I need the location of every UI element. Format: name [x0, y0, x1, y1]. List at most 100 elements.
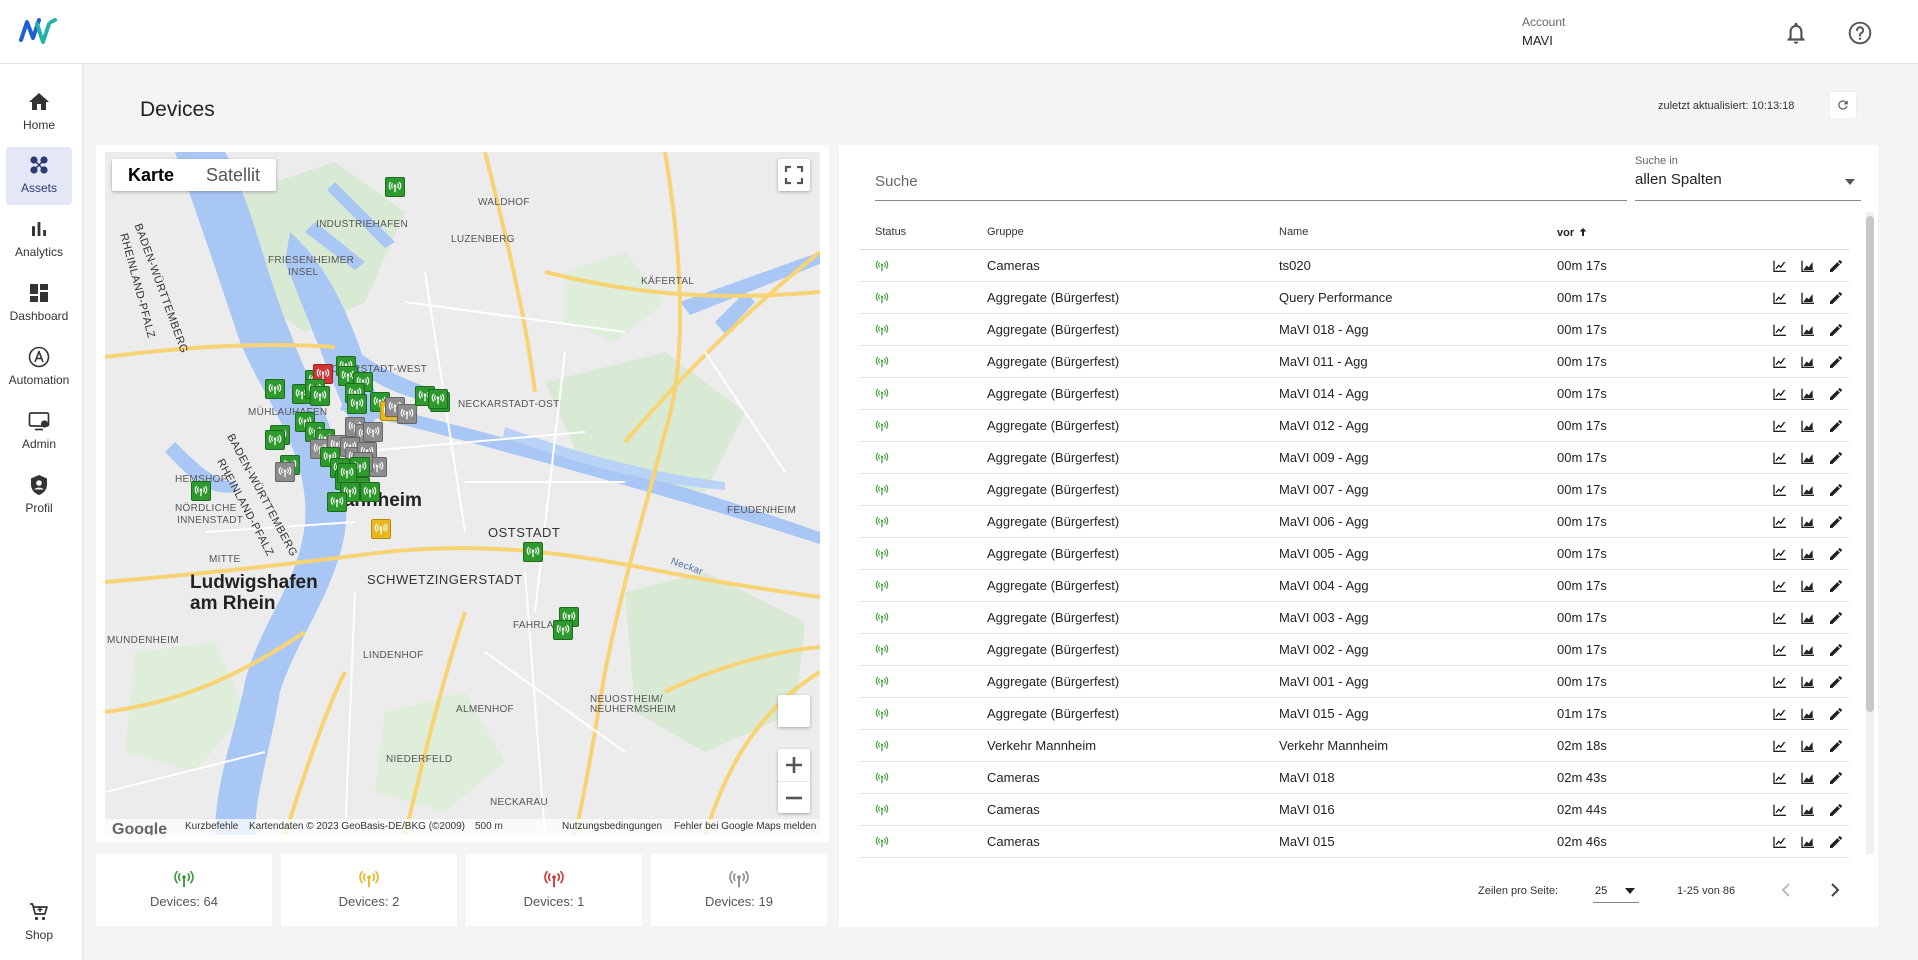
area-chart-icon[interactable]: [1800, 322, 1816, 338]
table-row[interactable]: Cameras ts020 00m 17s: [859, 250, 1849, 282]
edit-icon[interactable]: [1828, 546, 1844, 562]
area-chart-icon[interactable]: [1800, 514, 1816, 530]
area-chart-icon[interactable]: [1800, 354, 1816, 370]
area-chart-icon[interactable]: [1800, 386, 1816, 402]
line-chart-icon[interactable]: [1772, 610, 1788, 626]
edit-icon[interactable]: [1828, 290, 1844, 306]
table-row[interactable]: Aggregate (Bürgerfest) MaVI 018 - Agg 00m …: [859, 314, 1849, 346]
status-tile-online[interactable]: Devices: 64: [96, 854, 272, 926]
table-row[interactable]: Verkehr Mannheim Verkehr Mannheim 02m 18s: [859, 730, 1849, 762]
help-icon[interactable]: [1847, 20, 1873, 46]
edit-icon[interactable]: [1828, 450, 1844, 466]
device-marker[interactable]: [397, 404, 417, 424]
sidebar-item-analytics[interactable]: Analytics: [6, 211, 72, 269]
line-chart-icon[interactable]: [1772, 290, 1788, 306]
line-chart-icon[interactable]: [1772, 514, 1788, 530]
table-row[interactable]: Aggregate (Bürgerfest) MaVI 003 - Agg 00m …: [859, 602, 1849, 634]
area-chart-icon[interactable]: [1800, 482, 1816, 498]
table-row[interactable]: Aggregate (Bürgerfest) MaVI 015 - Agg 01m …: [859, 698, 1849, 730]
sidebar-item-home[interactable]: Home: [6, 84, 72, 142]
table-row[interactable]: Cameras MaVI 018 02m 43s: [859, 762, 1849, 794]
sidebar-item-admin[interactable]: Admin: [6, 403, 72, 461]
map-type-satellit[interactable]: Satellit: [190, 159, 276, 191]
sidebar-item-dashboard[interactable]: Dashboard: [6, 275, 72, 333]
sidebar-item-shop[interactable]: Shop: [6, 894, 72, 952]
edit-icon[interactable]: [1828, 738, 1844, 754]
table-row[interactable]: Aggregate (Bürgerfest) MaVI 005 - Agg 00m …: [859, 538, 1849, 570]
edit-icon[interactable]: [1828, 674, 1844, 690]
map-shortcuts-link[interactable]: Kurzbefehle: [185, 821, 238, 832]
bell-icon[interactable]: [1783, 20, 1809, 46]
table-row[interactable]: Aggregate (Bürgerfest) Query Performance 0…: [859, 282, 1849, 314]
edit-icon[interactable]: [1828, 802, 1844, 818]
sidebar-item-automation[interactable]: Automation: [6, 339, 72, 397]
sidebar-item-assets[interactable]: Assets: [6, 147, 72, 205]
line-chart-icon[interactable]: [1772, 258, 1788, 274]
device-marker[interactable]: [371, 519, 391, 539]
line-chart-icon[interactable]: [1772, 802, 1788, 818]
edit-icon[interactable]: [1828, 258, 1844, 274]
edit-icon[interactable]: [1828, 418, 1844, 434]
mavi-logo[interactable]: [18, 14, 62, 48]
table-row[interactable]: Cameras MaVI 016 02m 44s: [859, 794, 1849, 826]
area-chart-icon[interactable]: [1800, 802, 1816, 818]
device-marker[interactable]: [310, 386, 330, 406]
line-chart-icon[interactable]: [1772, 482, 1788, 498]
area-chart-icon[interactable]: [1800, 290, 1816, 306]
column-header-group[interactable]: Gruppe: [987, 226, 1024, 238]
sidebar-item-profil[interactable]: Profil: [6, 467, 72, 525]
area-chart-icon[interactable]: [1800, 578, 1816, 594]
edit-icon[interactable]: [1828, 482, 1844, 498]
area-chart-icon[interactable]: [1800, 674, 1816, 690]
scrollbar-thumb[interactable]: [1866, 216, 1874, 712]
line-chart-icon[interactable]: [1772, 354, 1788, 370]
table-row[interactable]: Cameras MaVI 015 02m 46s: [859, 826, 1849, 858]
table-row[interactable]: Aggregate (Bürgerfest) MaVI 012 - Agg 00m …: [859, 410, 1849, 442]
line-chart-icon[interactable]: [1772, 386, 1788, 402]
table-row[interactable]: Aggregate (Bürgerfest) MaVI 014 - Agg 00m …: [859, 378, 1849, 410]
device-marker[interactable]: [191, 481, 211, 501]
column-header-name[interactable]: Name: [1279, 226, 1308, 238]
area-chart-icon[interactable]: [1800, 738, 1816, 754]
status-tile-warning[interactable]: Devices: 2: [281, 854, 457, 926]
area-chart-icon[interactable]: [1800, 546, 1816, 562]
map-terms-link[interactable]: Nutzungsbedingungen: [562, 821, 662, 832]
line-chart-icon[interactable]: [1772, 578, 1788, 594]
fullscreen-button[interactable]: [778, 159, 810, 191]
map-type-karte[interactable]: Karte: [112, 159, 190, 191]
zoom-in-button[interactable]: [778, 749, 810, 781]
street-view-pegman[interactable]: [778, 695, 810, 727]
device-marker[interactable]: [347, 394, 367, 414]
device-marker[interactable]: [523, 542, 543, 562]
device-marker[interactable]: [360, 482, 380, 502]
edit-icon[interactable]: [1828, 514, 1844, 530]
device-marker[interactable]: [553, 620, 573, 640]
device-map[interactable]: INDUSTRIEHAFEN WALDHOF LUZENBERG FRIESEN…: [105, 152, 820, 835]
device-marker[interactable]: [275, 462, 295, 482]
device-marker[interactable]: [385, 177, 405, 197]
edit-icon[interactable]: [1828, 770, 1844, 786]
table-row[interactable]: Aggregate (Bürgerfest) MaVI 002 - Agg 00m …: [859, 634, 1849, 666]
device-marker[interactable]: [265, 379, 285, 399]
previous-page-button[interactable]: [1774, 878, 1798, 902]
area-chart-icon[interactable]: [1800, 450, 1816, 466]
line-chart-icon[interactable]: [1772, 322, 1788, 338]
area-chart-icon[interactable]: [1800, 258, 1816, 274]
next-page-button[interactable]: [1823, 878, 1847, 902]
area-chart-icon[interactable]: [1800, 418, 1816, 434]
refresh-button[interactable]: [1829, 91, 1857, 119]
area-chart-icon[interactable]: [1800, 642, 1816, 658]
line-chart-icon[interactable]: [1772, 738, 1788, 754]
line-chart-icon[interactable]: [1772, 418, 1788, 434]
device-marker[interactable]: [265, 430, 285, 450]
area-chart-icon[interactable]: [1800, 770, 1816, 786]
device-marker[interactable]: [428, 389, 448, 409]
status-tile-error[interactable]: Devices: 1: [466, 854, 642, 926]
search-in-select[interactable]: Suche in allen Spalten: [1635, 155, 1861, 201]
map-report-link[interactable]: Fehler bei Google Maps melden: [674, 821, 816, 832]
edit-icon[interactable]: [1828, 642, 1844, 658]
column-header-status[interactable]: Status: [875, 226, 906, 238]
table-row[interactable]: Aggregate (Bürgerfest) MaVI 001 - Agg 00m …: [859, 666, 1849, 698]
area-chart-icon[interactable]: [1800, 834, 1816, 850]
edit-icon[interactable]: [1828, 706, 1844, 722]
